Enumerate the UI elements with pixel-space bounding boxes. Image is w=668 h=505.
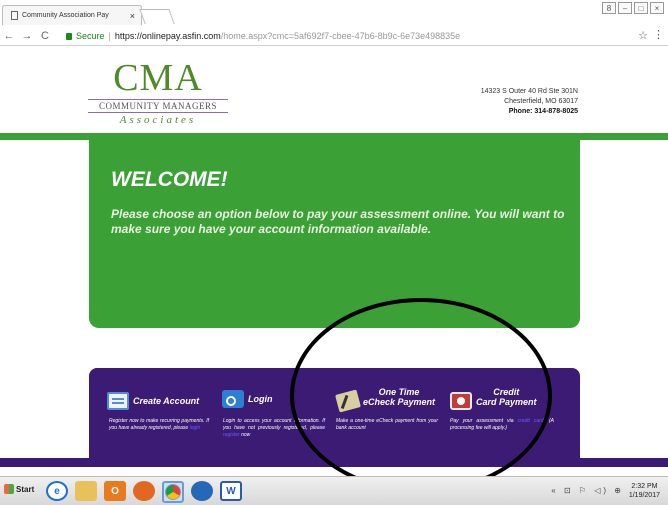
card-title-2: Card Payment bbox=[476, 397, 537, 407]
logo-line-1: COMMUNITY MANAGERS bbox=[88, 99, 228, 113]
card-title-1: Credit bbox=[493, 387, 520, 397]
app-globe-icon[interactable] bbox=[191, 481, 213, 501]
echeck-icon bbox=[335, 389, 361, 413]
word-icon[interactable]: W bbox=[220, 481, 242, 501]
taskbar-pinned-apps: e O W bbox=[46, 481, 242, 503]
lock-icon bbox=[66, 32, 72, 40]
minimize-button[interactable]: – bbox=[618, 2, 632, 14]
browser-tab[interactable]: Community Association Pay × bbox=[2, 5, 142, 25]
document-icon bbox=[11, 11, 18, 20]
echeck-title-1: One Time bbox=[378, 387, 420, 397]
create-account-title: Create Account bbox=[133, 396, 200, 406]
create-account-button[interactable]: Create Account bbox=[107, 392, 199, 410]
address-phone: Phone: 314-878-8025 bbox=[508, 108, 578, 115]
bookmark-star-icon[interactable]: ☆ bbox=[638, 29, 648, 42]
screen: Community Association Pay × 8 – □ × ← → … bbox=[0, 0, 668, 505]
credit-card-description: Pay your assessment via credit card. (A … bbox=[450, 418, 554, 432]
chrome-taskbar-button[interactable] bbox=[162, 481, 184, 503]
back-button[interactable]: ← bbox=[0, 30, 18, 42]
welcome-message: Please choose an option below to pay you… bbox=[111, 207, 565, 236]
register-link[interactable]: register bbox=[223, 432, 240, 438]
cma-logo[interactable]: CMA COMMUNITY MANAGERS Associates bbox=[88, 59, 228, 126]
welcome-title: WELCOME! bbox=[111, 168, 228, 191]
taskbar: Start e O W « ⊡ ⚐ ◁) ⊕ 2:32 PM 1/19/2017 bbox=[0, 476, 668, 505]
internet-explorer-icon[interactable]: e bbox=[46, 481, 68, 501]
url-path: /home.aspx?cmc=5af692f7-cbee-47b6-8b9c-6… bbox=[220, 31, 461, 41]
welcome-panel: WELCOME! Please choose an option below t… bbox=[89, 139, 580, 328]
address-city: Chesterfield, MO 63017 bbox=[504, 98, 578, 105]
tab-close-button[interactable]: × bbox=[130, 11, 135, 21]
start-label: Start bbox=[16, 484, 35, 494]
echeck-payment-button[interactable]: One Time eCheck Payment bbox=[335, 384, 436, 413]
clock-date: 1/19/2017 bbox=[628, 492, 660, 499]
url-separator: | bbox=[108, 31, 111, 41]
secure-label: Secure bbox=[76, 31, 105, 41]
echeck-description: Make a one-time eCheck payment from your… bbox=[336, 418, 438, 431]
firefox-icon[interactable] bbox=[133, 481, 155, 501]
file-explorer-icon[interactable] bbox=[75, 481, 97, 501]
login-text-end: now bbox=[239, 432, 251, 438]
start-button[interactable]: Start bbox=[4, 484, 34, 494]
login-description: Login to access your account information… bbox=[223, 418, 325, 439]
address-street: 14323 S Outer 40 Rd Ste 301N bbox=[480, 88, 578, 95]
web-page: CMA COMMUNITY MANAGERS Associates 14323 … bbox=[0, 47, 668, 467]
url-field[interactable]: Secure | https://onlinepay.asfin.com /ho… bbox=[66, 29, 626, 43]
echeck-title-2: eCheck Payment bbox=[363, 397, 436, 407]
window-controls: 8 – □ × bbox=[602, 2, 664, 14]
tab-title: Community Association Pay bbox=[22, 12, 109, 19]
card-text: Pay your assessment via bbox=[450, 418, 518, 424]
clock-time: 2:32 PM bbox=[631, 483, 658, 490]
url-base: https://onlinepay.asfin.com bbox=[114, 31, 221, 41]
logo-line-2: Associates bbox=[119, 114, 197, 126]
taskbar-clock[interactable]: 2:32 PM 1/19/2017 bbox=[629, 482, 660, 500]
system-tray[interactable]: « ⊡ ⚐ ◁) ⊕ bbox=[551, 486, 624, 495]
login-icon bbox=[222, 390, 244, 408]
logo-letters: CMA bbox=[113, 57, 203, 99]
credit-card-payment-button[interactable]: Credit Card Payment bbox=[450, 384, 537, 410]
login-title: Login bbox=[248, 394, 273, 404]
address-bar: ← → C Secure | https://onlinepay.asfin.c… bbox=[0, 26, 668, 46]
credit-card-icon bbox=[450, 392, 472, 410]
reload-button[interactable]: C bbox=[36, 30, 54, 42]
outlook-icon[interactable]: O bbox=[104, 481, 126, 501]
credit-card-link[interactable]: credit card bbox=[518, 418, 544, 424]
create-account-description: Register now to make recurring payments.… bbox=[109, 418, 209, 432]
login-link[interactable]: login bbox=[190, 425, 201, 431]
close-window-button[interactable]: × bbox=[650, 2, 664, 14]
payment-options-panel: Create Account Register now to make recu… bbox=[89, 368, 580, 467]
forward-button[interactable]: → bbox=[18, 30, 36, 42]
company-address: 14323 S Outer 40 Rd Ste 301N Chesterfiel… bbox=[481, 87, 578, 117]
user-icon[interactable]: 8 bbox=[602, 2, 616, 14]
windows-logo-icon bbox=[4, 484, 14, 494]
login-text: Login to access your account information… bbox=[223, 418, 325, 431]
new-tab-button[interactable] bbox=[139, 9, 175, 24]
browser-menu-icon[interactable]: ⋮ bbox=[653, 28, 664, 41]
chrome-icon bbox=[165, 484, 181, 500]
maximize-button[interactable]: □ bbox=[634, 2, 648, 14]
browser-tab-bar: Community Association Pay × 8 – □ × bbox=[0, 0, 668, 26]
create-account-icon bbox=[107, 392, 129, 410]
login-button[interactable]: Login bbox=[222, 390, 273, 408]
